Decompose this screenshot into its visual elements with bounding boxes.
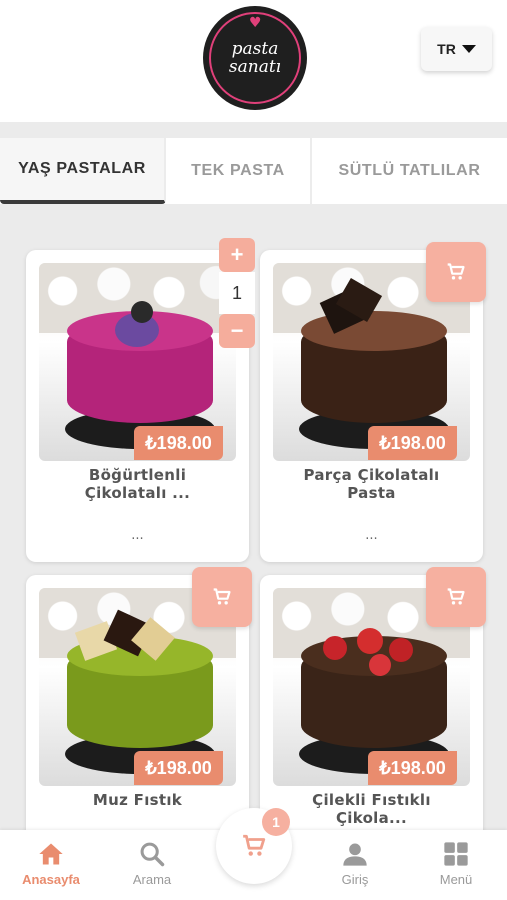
nav-login[interactable]: Giriş [310, 830, 400, 900]
cart-icon [447, 263, 465, 280]
cart-icon [447, 588, 465, 605]
add-to-cart-button[interactable] [426, 242, 486, 302]
product-card[interactable]: ₺198.00 Parça Çikolatalı Pasta ... [260, 242, 486, 562]
quantity-stepper: + 1 − [219, 238, 255, 348]
user-icon [343, 843, 367, 866]
price-tag: ₺198.00 [134, 426, 223, 460]
product-card[interactable]: ₺198.00 Muz Fıstık [26, 567, 252, 845]
nav-search[interactable]: Arama [107, 830, 197, 900]
price-tag: ₺198.00 [368, 426, 457, 460]
brand-logo[interactable]: ♥ pasta sanatı [203, 6, 307, 110]
product-description: ... [131, 528, 144, 543]
category-tabs: YAŞ PASTALAR TEK PASTA SÜTLÜ TATLILAR [0, 138, 507, 204]
product-card[interactable]: ₺198.00 Çilekli Fıstıklı Çikola... [260, 567, 486, 845]
nav-home[interactable]: Anasayfa [6, 830, 96, 900]
grid-icon [444, 842, 468, 866]
quantity-value: 1 [219, 272, 255, 314]
nav-home-label: Anasayfa [22, 872, 80, 887]
product-name-line1: Çilekli Fıstıklı [312, 791, 431, 809]
language-selector[interactable]: TR [421, 27, 492, 71]
product-name-line1: Muz Fıstık [92, 791, 183, 809]
product-name-line2: Pasta [347, 484, 396, 502]
tab-sutlu-tatlilar[interactable]: SÜTLÜ TATLILAR [312, 138, 507, 204]
caret-down-icon [461, 45, 476, 53]
plus-button[interactable]: + [219, 238, 255, 272]
product-name[interactable]: Böğürtlenli Çikolatalı ... [26, 466, 249, 502]
product-card[interactable]: ₺198.00 Böğürtlenli Çikolatalı ... ... [26, 250, 249, 562]
cart-icon [243, 834, 266, 856]
cart-count-badge: 1 [262, 808, 290, 836]
add-to-cart-button[interactable] [426, 567, 486, 627]
minus-button[interactable]: − [219, 314, 255, 348]
nav-login-label: Giriş [341, 872, 369, 887]
logo-text-line2: sanatı [228, 56, 282, 77]
product-name[interactable]: Muz Fıstık [26, 791, 249, 809]
search-icon [140, 842, 165, 867]
product-name[interactable]: Çilekli Fıstıklı Çikola... [260, 791, 483, 827]
nav-menu-label: Menü [439, 872, 473, 887]
home-icon [39, 843, 63, 865]
price-tag: ₺198.00 [134, 751, 223, 785]
cart-icon [213, 588, 231, 605]
product-name[interactable]: Parça Çikolatalı Pasta [260, 466, 483, 502]
tab-yas-pastalar[interactable]: YAŞ PASTALAR [0, 138, 166, 204]
product-name-line2: Çikolatalı ... [84, 484, 191, 502]
logo-text-line1: pasta [231, 38, 279, 59]
header: ♥ pasta sanatı TR [0, 0, 507, 122]
product-name-line2: Çikola... [335, 809, 408, 827]
price-tag: ₺198.00 [368, 751, 457, 785]
language-label: TR [437, 41, 456, 57]
heart-icon: ♥ [249, 15, 262, 31]
product-name-line1: Parça Çikolatalı [303, 466, 440, 484]
product-description: ... [365, 528, 378, 543]
nav-search-label: Arama [132, 872, 172, 887]
product-name-line1: Böğürtlenli [88, 466, 187, 484]
nav-menu[interactable]: Menü [411, 830, 501, 900]
add-to-cart-button[interactable] [192, 567, 252, 627]
tab-tek-pasta[interactable]: TEK PASTA [166, 138, 312, 204]
